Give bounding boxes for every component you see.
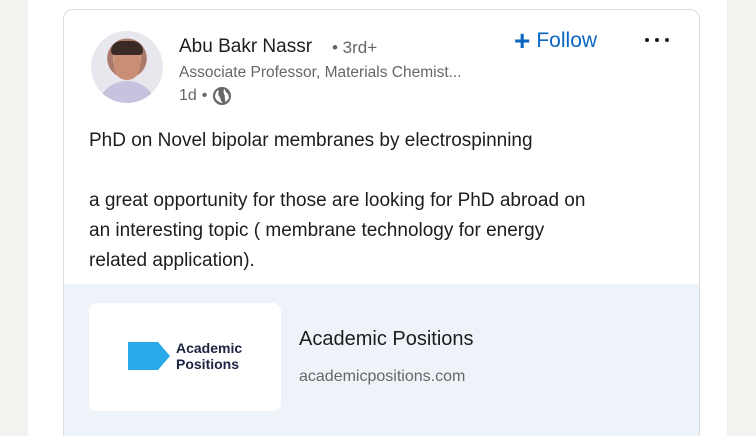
follow-label: Follow	[536, 29, 598, 52]
logo-line: Positions	[176, 356, 240, 372]
more-options-button[interactable]	[645, 30, 669, 50]
follow-button[interactable]: + Follow	[514, 26, 597, 56]
academic-positions-logo-icon	[128, 342, 170, 370]
link-preview-thumbnail[interactable]: Academic Positions	[89, 303, 281, 411]
post-text-line: a great opportunity for those are lookin…	[89, 190, 586, 211]
link-preview-card[interactable]: Academic Positions Academic Positions ac…	[64, 284, 699, 436]
globe-icon	[212, 86, 232, 106]
plus-icon: +	[514, 25, 531, 56]
avatar-hair	[111, 41, 143, 55]
author-name[interactable]: Abu Bakr Nassr	[179, 36, 312, 58]
post-text-line: an interesting topic ( membrane technolo…	[89, 220, 545, 241]
connection-degree: • 3rd+	[332, 38, 378, 57]
post-text-line: PhD on Novel bipolar membranes by electr…	[89, 130, 533, 151]
post-meta: 1d •	[179, 86, 232, 106]
meta-separator: •	[201, 87, 208, 104]
author-avatar[interactable]	[91, 31, 163, 103]
ellipsis-dot-icon	[645, 38, 649, 42]
avatar-shirt	[97, 81, 157, 103]
logo-wordmark: Academic Positions	[176, 340, 242, 372]
author-headline: Associate Professor, Materials Chemist..…	[179, 64, 462, 81]
ellipsis-dot-icon	[665, 38, 669, 42]
link-preview-title[interactable]: Academic Positions	[299, 328, 474, 351]
link-preview-domain: academicpositions.com	[299, 368, 466, 385]
post-time: 1d	[179, 87, 197, 104]
feed-post-card: Abu Bakr Nassr • 3rd+ Associate Professo…	[63, 9, 700, 436]
post-text-line: related application).	[89, 250, 255, 271]
ellipsis-dot-icon	[655, 38, 659, 42]
logo-line: Academic	[176, 340, 243, 356]
post-text: PhD on Novel bipolar membranes by electr…	[89, 126, 674, 276]
